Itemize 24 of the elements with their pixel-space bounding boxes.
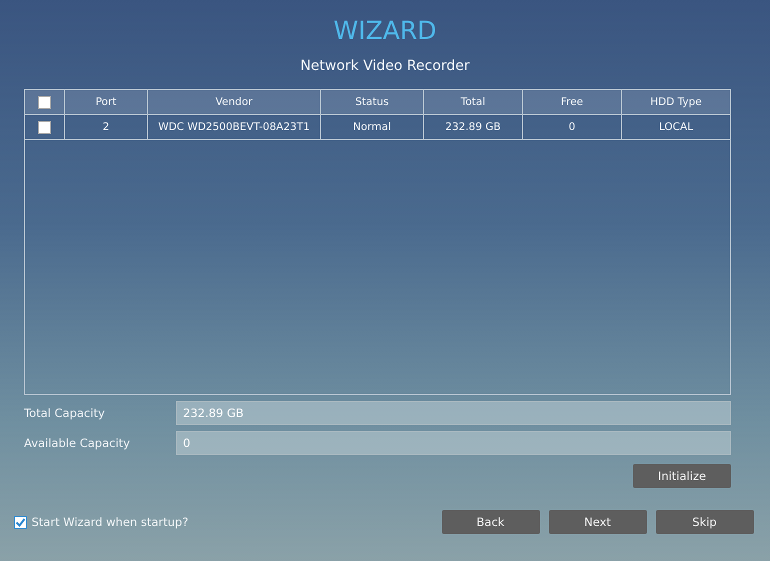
startup-checkbox[interactable] <box>14 516 26 528</box>
table-cell: LOCAL <box>622 115 730 140</box>
column-header: Total <box>424 90 523 115</box>
wizard-title: WIZARD <box>334 16 436 46</box>
nav-button[interactable]: Back <box>442 510 540 534</box>
column-header: Status <box>321 90 424 115</box>
column-header: HDD Type <box>622 90 730 115</box>
capacity-label: Total Capacity <box>24 406 106 420</box>
column-header: Free <box>523 90 622 115</box>
nav-button[interactable]: Skip <box>656 510 754 534</box>
table-cell: WDC WD2500BEVT-08A23T1 <box>148 115 321 140</box>
nav-button[interactable]: Next <box>548 510 646 534</box>
table-cell: 232.89 GB <box>424 115 523 140</box>
startup-label: Start Wizard when startup? <box>32 515 188 529</box>
column-header: Port <box>65 90 148 115</box>
table-cell: 2 <box>65 115 148 140</box>
table-cell: 0 <box>523 115 622 140</box>
select-all-checkbox[interactable] <box>38 96 51 108</box>
subtitle: Network Video Recorder <box>300 57 470 75</box>
initialize-button[interactable]: Initialize <box>633 464 731 488</box>
table-cell: Normal <box>321 115 424 140</box>
column-header: Vendor <box>148 90 321 115</box>
capacity-label: Available Capacity <box>24 436 131 450</box>
row-checkbox[interactable] <box>38 120 51 134</box>
